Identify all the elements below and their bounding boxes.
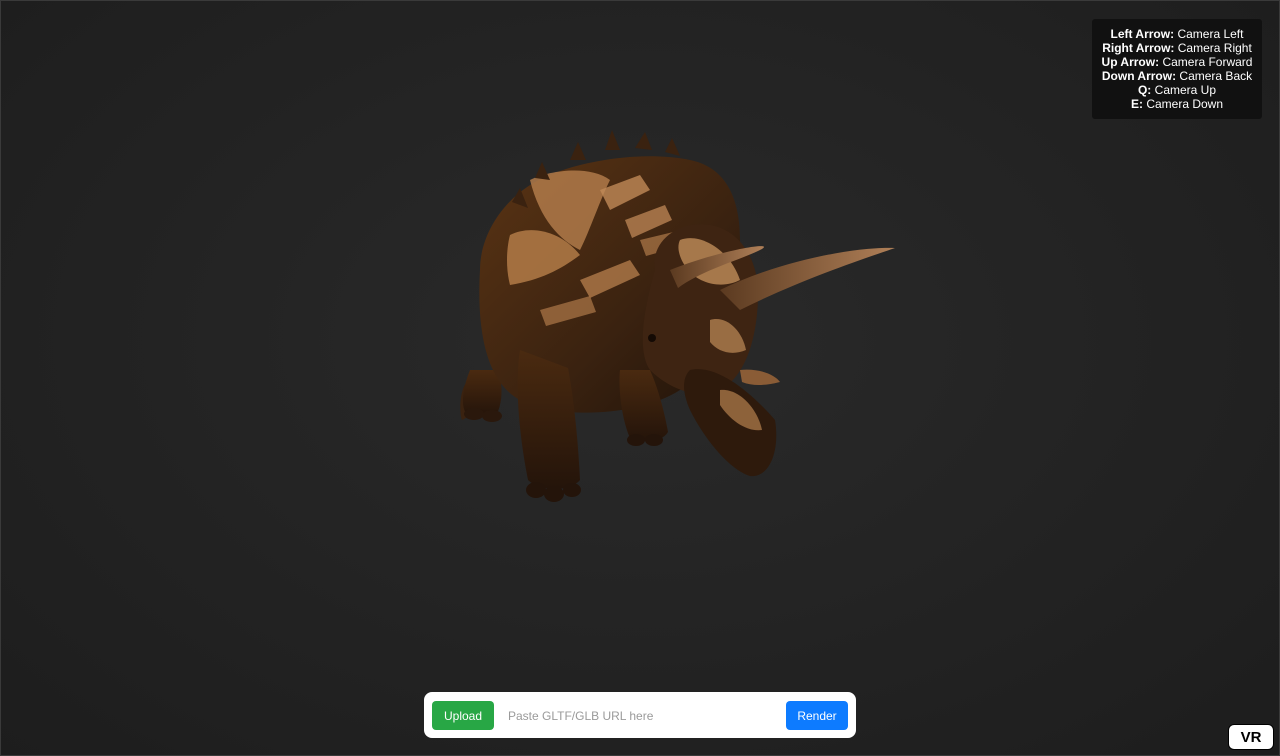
vr-button[interactable]: VR bbox=[1228, 724, 1274, 750]
triceratops-model[interactable] bbox=[440, 120, 910, 520]
upload-button[interactable]: Upload bbox=[432, 701, 494, 730]
model-url-input[interactable] bbox=[502, 701, 778, 730]
help-row-e: E: Camera Down bbox=[1130, 97, 1224, 111]
help-row-left: Left Arrow: Camera Left bbox=[1110, 27, 1244, 41]
model-loader-toolbar: Upload Render bbox=[424, 692, 856, 738]
help-row-q: Q: Camera Up bbox=[1137, 83, 1217, 97]
render-button[interactable]: Render bbox=[786, 701, 848, 730]
back-leg-left bbox=[462, 370, 502, 422]
help-row-up: Up Arrow: Camera Forward bbox=[1101, 55, 1253, 69]
help-row-right: Right Arrow: Camera Right bbox=[1102, 41, 1252, 55]
help-row-down: Down Arrow: Camera Back bbox=[1101, 69, 1253, 83]
keyboard-controls-help: Left Arrow: Camera Left Right Arrow: Cam… bbox=[1092, 19, 1262, 119]
3d-viewport[interactable]: Left Arrow: Camera Left Right Arrow: Cam… bbox=[0, 0, 1280, 756]
